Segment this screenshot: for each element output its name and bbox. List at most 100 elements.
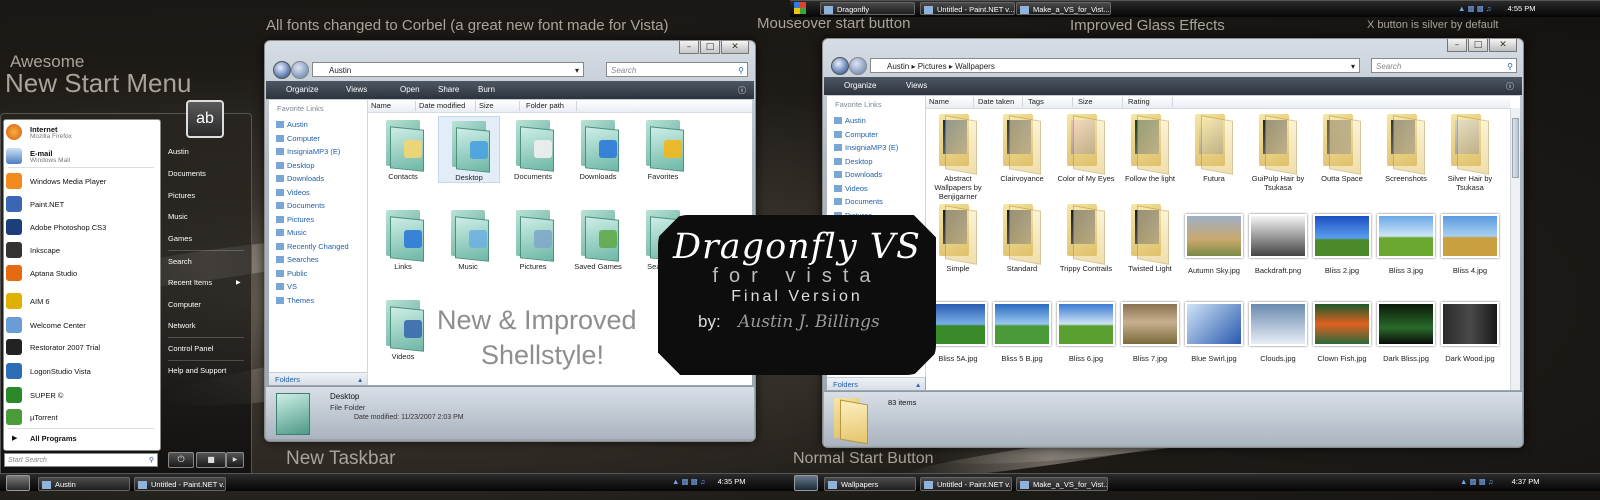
- clock[interactable]: 4:55 PM: [1508, 4, 1536, 13]
- clock[interactable]: 4:37 PM: [1512, 477, 1540, 486]
- address-bar[interactable]: Austin ▾: [312, 62, 584, 77]
- start-menu-item[interactable]: Inkscape: [4, 241, 154, 259]
- folder-item[interactable]: Trippy Contrails: [1056, 202, 1116, 273]
- image-item[interactable]: Backdraft.png: [1248, 214, 1308, 275]
- column-folder-path[interactable]: Folder path: [523, 101, 577, 111]
- folder-item[interactable]: Screenshots: [1376, 112, 1436, 183]
- nav-link[interactable]: Desktop: [287, 161, 315, 170]
- pinned-internet[interactable]: Internet Mozilla Firefox: [4, 123, 154, 141]
- nav-link[interactable]: Computer: [845, 130, 878, 139]
- folder-item[interactable]: Links: [373, 206, 433, 271]
- views-menu[interactable]: Views: [346, 85, 367, 94]
- nav-link[interactable]: Computer: [287, 134, 320, 143]
- column-date-taken[interactable]: Date taken: [975, 97, 1023, 107]
- image-item[interactable]: Bliss 4.jpg: [1440, 214, 1500, 275]
- folder-item[interactable]: Favorites: [633, 116, 693, 181]
- help-icon[interactable]: ⓘ: [1506, 81, 1514, 92]
- start-menu-item[interactable]: AIM 6: [4, 292, 154, 310]
- folder-item[interactable]: Twisted Light: [1120, 202, 1180, 273]
- start-menu-item[interactable]: Welcome Center: [4, 316, 154, 334]
- start-menu-link[interactable]: Computer: [168, 300, 201, 309]
- start-menu-link[interactable]: Austin: [168, 147, 189, 156]
- folder-item[interactable]: Saved Games: [568, 206, 628, 271]
- taskbar-button[interactable]: Austin: [38, 477, 130, 491]
- breadcrumb-wallpapers[interactable]: Wallpapers: [955, 62, 995, 71]
- nav-link[interactable]: Themes: [287, 296, 314, 305]
- nav-link[interactable]: Documents: [845, 197, 883, 206]
- start-menu-link[interactable]: Network: [168, 321, 196, 330]
- minimize-button[interactable]: –: [679, 41, 699, 54]
- folder-item[interactable]: Downloads: [568, 116, 628, 181]
- image-item[interactable]: Bliss 5 B.jpg: [992, 302, 1052, 363]
- help-icon[interactable]: ⓘ: [738, 85, 746, 96]
- taskbar-button[interactable]: Make_a_VS_for_Vist...: [1016, 477, 1108, 491]
- column-tags[interactable]: Tags: [1025, 97, 1073, 107]
- column-size[interactable]: Size: [1075, 97, 1123, 107]
- folder-item[interactable]: Abstract Wallpapers by Benjigarner: [928, 112, 988, 201]
- forward-button[interactable]: [849, 57, 867, 75]
- open-button[interactable]: Open: [400, 85, 420, 94]
- folder-item[interactable]: Color of My Eyes: [1056, 112, 1116, 183]
- nav-link[interactable]: Recently Changed: [287, 242, 349, 251]
- taskbar-button[interactable]: Untitled - Paint.NET v...: [920, 2, 1015, 15]
- search-input[interactable]: Search ⚲: [606, 62, 748, 77]
- nav-link[interactable]: Pictures: [287, 215, 314, 224]
- start-button[interactable]: [6, 475, 30, 491]
- maximize-button[interactable]: □: [700, 41, 720, 54]
- folder-item[interactable]: Simple: [928, 202, 988, 273]
- start-menu-link[interactable]: Music: [168, 212, 188, 221]
- image-item[interactable]: Autumn Sky.jpg: [1184, 214, 1244, 275]
- views-menu[interactable]: Views: [906, 81, 927, 90]
- start-menu-item[interactable]: LogonStudio Vista: [4, 362, 154, 380]
- start-menu-link[interactable]: Documents: [168, 169, 206, 178]
- image-item[interactable]: Bliss 3.jpg: [1376, 214, 1436, 275]
- column-rating[interactable]: Rating: [1125, 97, 1173, 107]
- folder-item[interactable]: Music: [438, 206, 498, 271]
- image-item[interactable]: Clown Fish.jpg: [1312, 302, 1372, 363]
- lock-button[interactable]: ■: [196, 452, 226, 468]
- start-search-input[interactable]: Start Search ⚲: [4, 453, 158, 467]
- back-button[interactable]: [273, 61, 291, 79]
- start-menu-item[interactable]: Adobe Photoshop CS3: [4, 218, 154, 236]
- start-menu-link[interactable]: Control Panel: [168, 344, 213, 353]
- nav-link[interactable]: Downloads: [287, 174, 324, 183]
- nav-link[interactable]: VS: [287, 282, 297, 291]
- back-button[interactable]: [831, 57, 849, 75]
- folders-toggle[interactable]: Folders ▴: [269, 372, 367, 385]
- image-item[interactable]: Blue Swirl.jpg: [1184, 302, 1244, 363]
- taskbar-button[interactable]: Untitled - Paint.NET v...: [134, 477, 226, 491]
- start-menu-item[interactable]: Restorator 2007 Trial: [4, 338, 154, 356]
- folder-item[interactable]: Pictures: [503, 206, 563, 271]
- nav-link[interactable]: Austin: [845, 116, 866, 125]
- folder-item[interactable]: Clairvoyance: [992, 112, 1052, 183]
- nav-link[interactable]: Documents: [287, 201, 325, 210]
- start-menu-link[interactable]: Recent Items: [168, 278, 212, 287]
- power-button[interactable]: ⏻: [168, 452, 194, 468]
- folder-item[interactable]: Documents: [503, 116, 563, 181]
- start-menu-item[interactable]: SUPER ©: [4, 386, 154, 404]
- start-menu-item[interactable]: Aptana Studio: [4, 264, 154, 282]
- folder-item[interactable]: Standard: [992, 202, 1052, 273]
- clock[interactable]: 4:35 PM: [718, 477, 746, 486]
- organize-menu[interactable]: Organize: [844, 81, 876, 90]
- close-button[interactable]: ✕: [1489, 39, 1517, 52]
- scrollbar-thumb[interactable]: [1512, 118, 1519, 178]
- nav-link[interactable]: Downloads: [845, 170, 882, 179]
- nav-link[interactable]: Searches: [287, 255, 319, 264]
- breadcrumb-pictures[interactable]: Pictures: [918, 62, 947, 71]
- pinned-email[interactable]: E-mail Windows Mail: [4, 147, 154, 165]
- image-item[interactable]: Dark Wood.jpg: [1440, 302, 1500, 363]
- start-menu-link[interactable]: Games: [168, 234, 192, 243]
- folder-item[interactable]: Videos: [373, 296, 433, 361]
- scrollbar[interactable]: [1510, 108, 1520, 390]
- nav-link[interactable]: Music: [287, 228, 307, 237]
- folder-item[interactable]: Follow the light: [1120, 112, 1180, 183]
- nav-link[interactable]: Austin: [287, 120, 308, 129]
- image-item[interactable]: Bliss 2.jpg: [1312, 214, 1372, 275]
- column-name[interactable]: Name: [926, 97, 974, 107]
- column-name[interactable]: Name: [368, 101, 416, 111]
- start-button[interactable]: [794, 475, 818, 491]
- column-date-modified[interactable]: Date modified: [416, 101, 476, 111]
- maximize-button[interactable]: □: [1468, 39, 1488, 52]
- minimize-button[interactable]: –: [1447, 39, 1467, 52]
